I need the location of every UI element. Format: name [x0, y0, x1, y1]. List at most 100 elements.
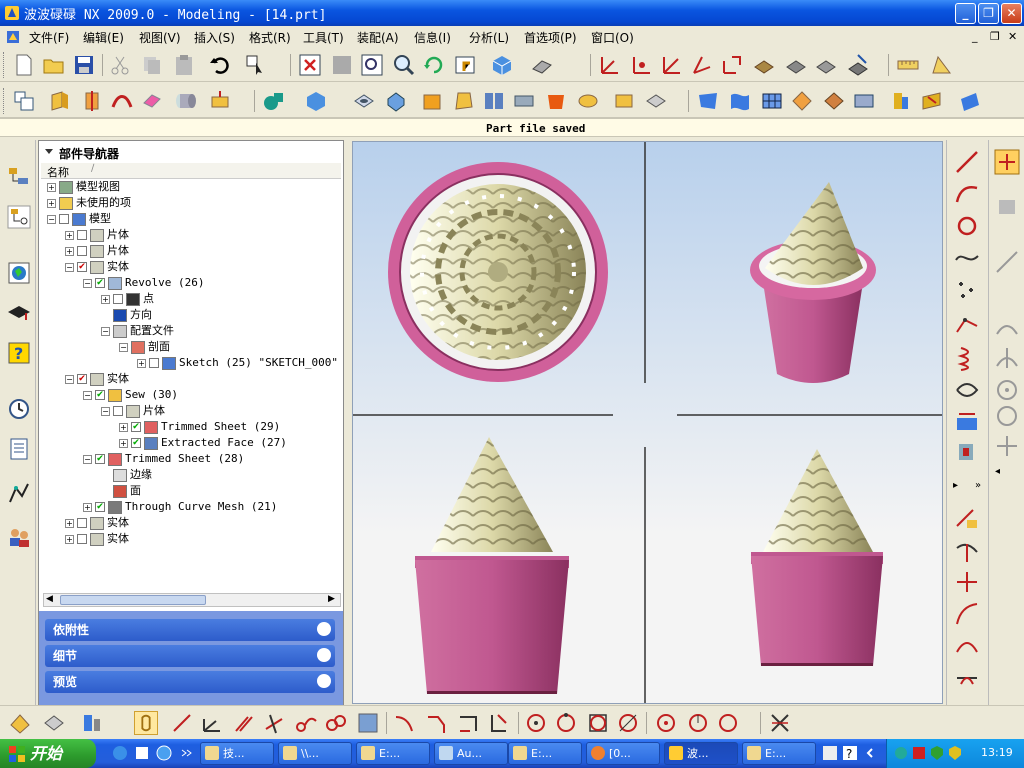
visibility-checkbox[interactable]: ✔ — [131, 438, 141, 448]
tree-node[interactable]: 边缘 — [101, 467, 152, 483]
hole-icon[interactable] — [352, 89, 376, 113]
expand-toggle-icon[interactable]: + — [65, 246, 74, 256]
visibility-checkbox[interactable] — [77, 246, 87, 256]
expand-toggle-icon[interactable]: + — [101, 294, 110, 304]
expand-toggle-icon[interactable]: + — [137, 358, 146, 368]
extension-icon[interactable] — [888, 89, 912, 113]
training-icon[interactable] — [6, 300, 32, 326]
mdi-close-button[interactable]: ✕ — [1008, 30, 1017, 43]
tree-node[interactable]: + 片体 — [65, 227, 129, 243]
point-set-icon[interactable] — [953, 276, 981, 304]
snap-center-icon[interactable] — [993, 376, 1021, 404]
line-icon[interactable] — [953, 148, 981, 176]
snap-arc-quadrant-icon[interactable] — [716, 711, 740, 735]
expand-toggle-icon[interactable]: + — [47, 182, 56, 192]
taskbar-item[interactable]: E:... — [742, 742, 816, 765]
sketch-icon[interactable] — [12, 89, 36, 113]
slot-icon[interactable] — [482, 89, 506, 113]
text-curve-icon[interactable] — [953, 408, 981, 436]
taskbar-item[interactable]: Au... — [434, 742, 508, 765]
visibility-checkbox[interactable] — [77, 534, 87, 544]
web-browser-icon[interactable] — [6, 260, 32, 286]
wcs-origin-icon[interactable] — [630, 53, 654, 77]
expand-toggle-icon[interactable]: + — [119, 422, 128, 432]
expand-toggle-icon[interactable]: − — [83, 454, 92, 464]
measure-angle-icon[interactable] — [930, 53, 954, 77]
toolbar-more-icon[interactable]: ◂ — [995, 466, 1000, 477]
roles-icon[interactable] — [6, 524, 32, 550]
toolbar-grip[interactable] — [3, 88, 6, 114]
layer-move-icon[interactable] — [814, 53, 838, 77]
taskbar-item[interactable]: \\... — [278, 742, 352, 765]
tree-node[interactable]: − ✔ 实体 — [65, 371, 129, 387]
zoom-window-icon[interactable] — [330, 53, 354, 77]
snap-point-icon[interactable] — [993, 148, 1021, 176]
thicken-icon[interactable] — [208, 89, 232, 113]
smooth-spline-icon[interactable] — [953, 664, 981, 692]
help-icon[interactable]: ? — [6, 340, 32, 366]
taskbar-item-active[interactable]: 波... — [664, 742, 738, 765]
edge-display-icon[interactable] — [530, 53, 554, 77]
visibility-checkbox[interactable] — [149, 358, 159, 368]
menu-tools[interactable]: 工具(T) — [303, 29, 344, 46]
arc-chain-icon[interactable] — [294, 711, 318, 735]
menu-info[interactable]: 信息(I) — [414, 29, 451, 46]
visibility-checkbox[interactable]: ✔ — [77, 374, 87, 384]
wcs-dynamics-icon[interactable] — [598, 53, 622, 77]
visibility-checkbox[interactable] — [59, 214, 69, 224]
tree-node[interactable]: 方向 — [101, 307, 152, 323]
law-extension-icon[interactable] — [920, 89, 944, 113]
help-tray-icon[interactable]: ? — [842, 745, 858, 761]
feature-filter-icon[interactable] — [80, 711, 104, 735]
scroll-left-icon[interactable]: ◀ — [46, 594, 53, 604]
snap-grid-icon[interactable] — [993, 192, 1021, 220]
minimize-button[interactable]: _ — [955, 3, 976, 24]
circle-three-point-icon[interactable] — [554, 711, 578, 735]
snap-intersection-icon[interactable] — [993, 344, 1021, 372]
fillet-icon[interactable] — [392, 711, 416, 735]
scroll-right-icon[interactable]: ▶ — [328, 594, 335, 604]
taskbar-item[interactable]: E:... — [508, 742, 582, 765]
mdi-restore-button[interactable]: ❐ — [990, 30, 1000, 43]
assembly-navigator-icon[interactable] — [6, 164, 32, 190]
wcs-set-icon[interactable] — [720, 53, 744, 77]
helix-icon[interactable] — [953, 344, 981, 372]
menu-format[interactable]: 格式(R) — [249, 29, 291, 46]
wcs-orient-icon[interactable] — [690, 53, 714, 77]
unite-icon[interactable] — [262, 89, 286, 113]
polygon-icon[interactable] — [953, 312, 981, 340]
offset-curve-icon[interactable] — [953, 438, 981, 466]
antivirus-icon[interactable] — [911, 745, 927, 761]
select-face-icon[interactable] — [42, 711, 66, 735]
draw-line-icon[interactable] — [170, 711, 194, 735]
layer-copy-icon[interactable] — [846, 53, 870, 77]
copy-icon[interactable] — [140, 53, 164, 77]
fillet-curve-icon[interactable] — [953, 600, 981, 628]
expand-toggle-icon[interactable]: − — [65, 262, 74, 272]
expand-tray-icon[interactable] — [864, 747, 876, 759]
menu-view[interactable]: 视图(V) — [139, 29, 181, 46]
pan-icon[interactable] — [454, 53, 478, 77]
history-icon[interactable] — [6, 396, 32, 422]
tree-node[interactable]: − 模型 — [47, 211, 111, 227]
taskbar-item[interactable]: 技... — [200, 742, 274, 765]
visibility-checkbox[interactable]: ✔ — [95, 454, 105, 464]
measure-distance-icon[interactable] — [896, 53, 920, 77]
tree-node[interactable]: + 实体 — [65, 515, 129, 531]
select-all-icon[interactable] — [8, 711, 32, 735]
expand-toggle-icon[interactable]: − — [83, 278, 92, 288]
dependencies-panel[interactable]: 依附性 — [45, 619, 335, 641]
restore-button[interactable]: ❐ — [978, 3, 999, 24]
offset-surface-icon[interactable] — [958, 89, 982, 113]
scroll-thumb[interactable] — [60, 595, 206, 605]
datum-axis-icon[interactable] — [200, 711, 224, 735]
tree-node[interactable]: + 点 — [101, 291, 154, 307]
expand-toggle-icon[interactable]: + — [65, 230, 74, 240]
visibility-checkbox[interactable]: ✔ — [95, 390, 105, 400]
collapse-panel-icon[interactable] — [43, 145, 55, 157]
tree-node[interactable]: + 实体 — [65, 531, 129, 547]
system-materials-icon[interactable] — [6, 436, 32, 462]
tree-node[interactable]: + 未使用的项 — [47, 195, 131, 211]
extend-icon[interactable] — [486, 711, 510, 735]
toolbar-more-icon[interactable]: ▸ — [953, 480, 958, 491]
